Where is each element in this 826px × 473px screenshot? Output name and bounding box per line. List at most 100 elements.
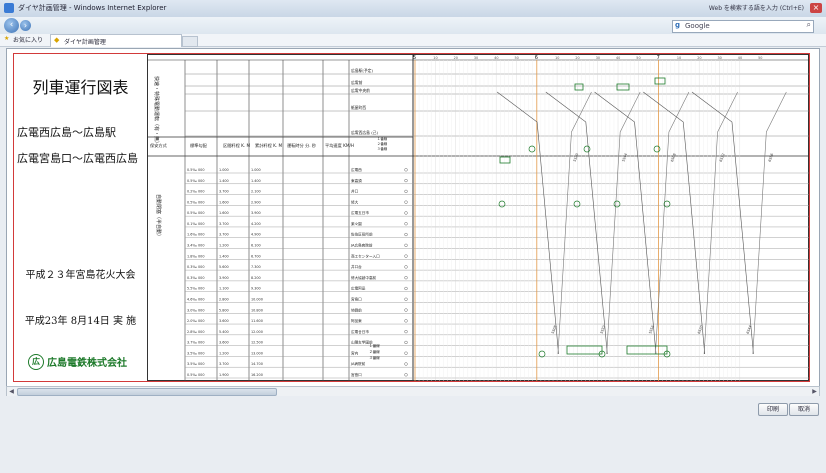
header-cell: 区間粁程 K. M [223,142,250,149]
train-number: 5S20 [573,153,580,162]
station-label: JA病院前 [350,361,366,366]
station-label: 宮島口 [351,296,362,301]
event-title: 平成２３年宮島花火大会 [25,270,136,281]
station-marker-icon [404,319,408,323]
gradient-cell: 0.3‰ 000 [187,276,205,280]
minute-label: 20 [697,56,701,60]
gradient-cell: 0.3‰ 000 [187,265,205,269]
train-line [752,91,787,355]
cumulative-km-cell: 7.300 [251,265,261,269]
gradient-cell: 3.7‰ 000 [187,341,205,345]
train-number: 6S56 [768,153,775,162]
train-marker-icon [653,145,661,153]
station-label: 地御前 [351,307,362,312]
station-label: 井口台 [351,264,362,269]
minute-label: 30 [596,56,600,60]
train-marker-icon [613,200,621,208]
station-label-top: 紙屋町西 [351,105,366,110]
print-button[interactable]: 印刷 [758,403,789,416]
search-box[interactable]: g Google ⌕ [672,20,814,33]
forward-arrow-icon[interactable]: › [20,20,31,31]
section-km-cell: 1.000 [219,168,229,172]
station-label: JA広島病院前 [350,243,373,248]
gradient-cell: 0.5‰ 000 [187,179,205,183]
search-hint: Web を検索する語を入力 (Ctrl+E) [708,5,804,12]
cumulative-km-cell: 13.000 [251,351,263,355]
gradient-cell: 0.5‰ 000 [187,168,205,172]
cumulative-km-cell: 4.200 [251,222,261,226]
title-panel: 列車運行図表 広電西広島～広島駅 広電宮島口～広電西広島 平成２３年宮島花火大会… [14,54,148,381]
minute-label: 20 [454,56,458,60]
cancel-button[interactable]: 取消 [789,403,820,416]
gradient-cell: 0.1‰ 000 [187,222,205,226]
train-marker-icon [498,200,506,208]
section-title-2: 広電宮島口～広電西広島 [17,152,138,165]
gradient-cell: 3.0‰ 000 [187,308,205,312]
section-km-cell: 2.800 [219,297,229,301]
station-marker-icon [404,362,408,366]
station-label: 修大協創中高前 [351,275,377,280]
station-marker-icon [404,211,408,215]
train-line [496,91,559,355]
station-label: 井口 [351,189,359,194]
train-number: 5S44 [621,153,628,162]
section-km-cell: 1.200 [219,351,229,355]
close-window-button[interactable]: × [810,3,822,13]
new-tab-button[interactable] [182,36,198,47]
station-marker-icon [404,373,408,377]
section-km-cell: 3.700 [219,190,229,194]
back-arrow-icon[interactable]: ‹ [4,18,19,33]
gradient-cell: 1.6‰ 000 [187,233,205,237]
header-cell: 保安方式 [150,142,168,149]
minute-label: 40 [616,56,620,60]
station-marker-icon [404,232,408,237]
depot-box [566,345,603,355]
cumulative-km-cell: 16.200 [251,373,263,377]
implementation-date: 平成23年 8月14日 実 施 [24,316,137,327]
scroll-left-icon[interactable]: ◀ [7,387,16,396]
track-label-top: ３番線 [377,146,388,151]
minute-label: 40 [738,56,742,60]
gradient-cell: 3.4‰ 000 [187,244,205,248]
cumulative-km-cell: 8.200 [251,276,261,280]
search-icon[interactable]: ⌕ [807,20,811,30]
section-km-cell: 3.900 [219,276,229,280]
station-label: 阿品東 [351,318,362,323]
gradient-cell: 2.0‰ 000 [187,319,205,323]
minute-label: 50 [636,56,640,60]
station-label: 商工センター入口 [351,253,380,258]
scroll-right-icon[interactable]: ▶ [810,387,819,396]
track-label: １番線 [369,343,380,348]
depot-box [574,83,584,91]
section-km-cell: 1.400 [219,179,229,183]
scroll-thumb[interactable] [17,388,277,396]
train-marker-icon [538,350,546,358]
search-engine-label: Google [685,22,710,30]
minute-label: 20 [575,56,579,60]
station-marker-icon [404,286,408,291]
station-label: 楽々園 [351,221,362,226]
minute-label: 50 [758,56,762,60]
gradient-cell: 1.8‰ 000 [187,254,205,258]
section-km-cell: 1.600 [219,211,229,215]
cumulative-km-cell: 11.600 [251,319,263,323]
section-km-cell: 5.800 [219,308,229,312]
favorites-star-icon: ★ [4,35,10,42]
section-km-cell: 1.100 [219,287,229,291]
cumulative-km-cell: 2.900 [251,200,261,204]
tab-label: ダイヤ計画管理 [64,39,106,46]
section-km-cell: 1.900 [219,373,229,377]
hour-label: 7 [657,55,660,61]
cumulative-km-cell: 3.900 [251,211,261,215]
header-cell: 標準勾配 [190,142,208,149]
station-label-top: 広電西広島 (己) [351,130,378,135]
station-marker-icon [404,276,408,280]
minute-label: 10 [677,56,681,60]
section-km-cell: 1.200 [219,244,229,248]
cumulative-km-cell: 12.500 [251,341,263,345]
browser-tab[interactable]: ◆ ダイヤ計画管理 [50,34,182,47]
depot-box [616,83,630,91]
train-number: 6S08 [670,153,677,162]
station-marker-icon [404,330,408,334]
favorites-label[interactable]: お気に入り [13,35,43,44]
